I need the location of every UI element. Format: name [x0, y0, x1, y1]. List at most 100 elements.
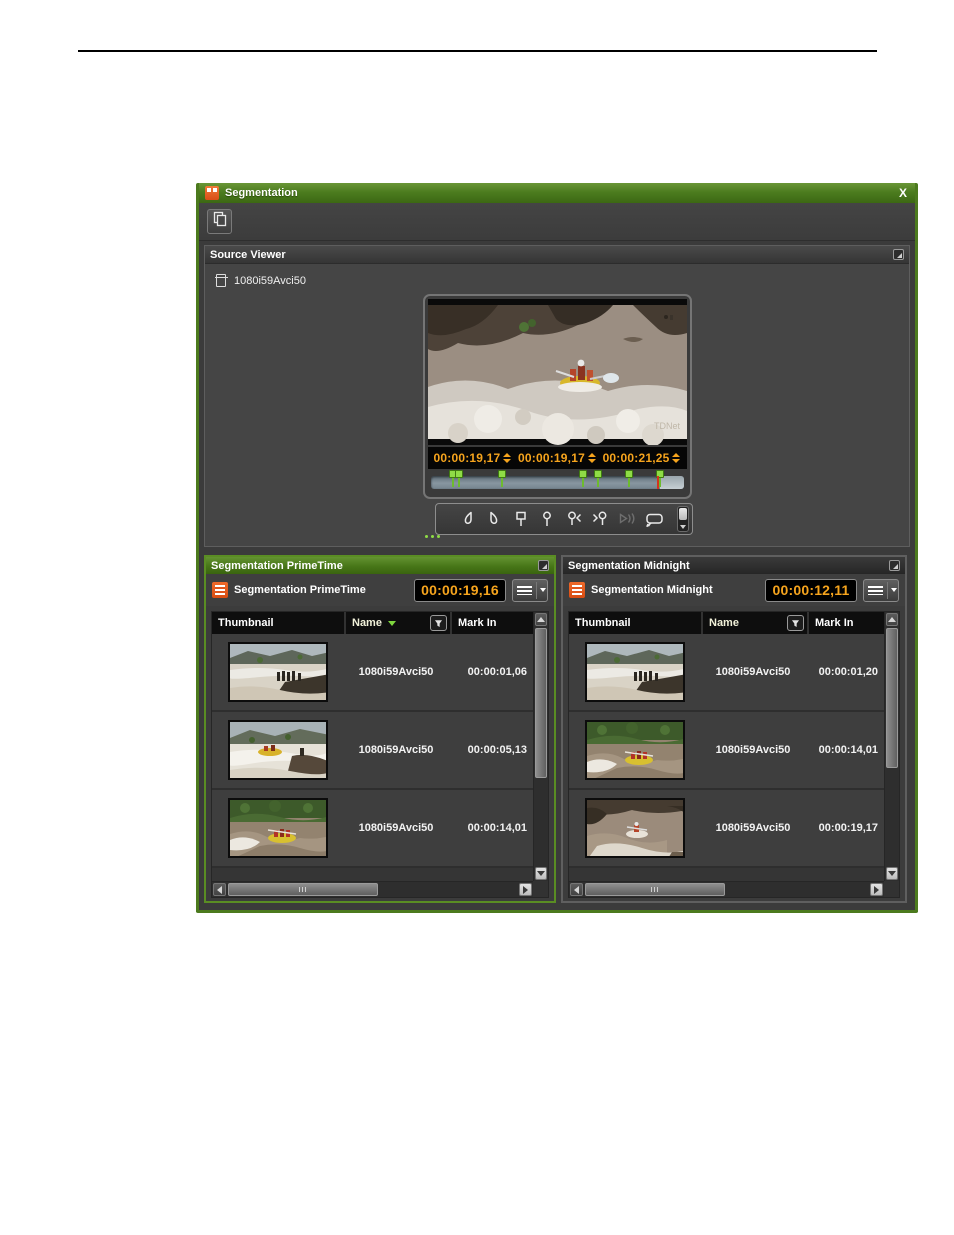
table-header: Thumbnail Name Mark In — [212, 612, 548, 634]
panel-menu-button[interactable] — [512, 578, 548, 602]
main-toolbar — [199, 203, 915, 241]
panel-segmentation-midnight: Segmentation Midnight Segmentation Midni… — [561, 555, 907, 903]
segment-thumbnail[interactable] — [585, 720, 685, 780]
scroll-down-button[interactable] — [535, 867, 547, 880]
next-marker-icon[interactable] — [590, 510, 610, 528]
table-body: 1080i59Avci50 00:00:01,06 1080i59Avci50 … — [212, 634, 533, 881]
sort-desc-icon — [387, 620, 396, 626]
mark-in-icon[interactable] — [458, 510, 478, 528]
spinner-icon[interactable] — [672, 453, 681, 463]
loop-icon[interactable] — [643, 510, 665, 528]
segment-markin: 00:00:14,01 — [818, 744, 878, 756]
video-player: TDNet 00:00:19,17 00:00:19,17 00:00:21,2… — [422, 294, 693, 538]
player-timeline[interactable] — [430, 470, 684, 489]
previous-marker-icon[interactable] — [564, 510, 584, 528]
horizontal-scrollbar[interactable] — [212, 881, 533, 897]
segment-markin: 00:00:01,06 — [467, 666, 527, 678]
segment-thumbnail[interactable] — [585, 642, 685, 702]
table-row[interactable]: 1080i59Avci50 00:00:01,06 — [212, 634, 533, 712]
column-header-name[interactable]: Name — [346, 612, 450, 634]
scroll-right-button[interactable] — [870, 883, 883, 896]
scroll-up-button[interactable] — [886, 613, 898, 626]
timeline-marker[interactable] — [593, 470, 602, 487]
mark-out-icon[interactable] — [484, 510, 504, 528]
filter-button[interactable] — [787, 615, 804, 631]
segmentation-app-icon — [205, 186, 219, 200]
chevron-down-icon — [891, 588, 897, 592]
panel-titlebar[interactable]: Segmentation PrimeTime — [206, 557, 554, 574]
mark-out-timecode[interactable]: 00:00:21,25 — [603, 451, 681, 465]
segment-name: 1080i59Avci50 — [358, 822, 434, 834]
segment-table: Thumbnail Name Mark In 1080i59Avci50 00:… — [568, 611, 900, 898]
timecode-bar: 00:00:19,17 00:00:19,17 00:00:21,25 — [427, 447, 687, 469]
point-marker-icon[interactable] — [537, 510, 557, 528]
scroll-right-button[interactable] — [519, 883, 532, 896]
spinner-icon[interactable] — [503, 453, 512, 463]
timeline-marker[interactable] — [454, 470, 463, 487]
timeline-marker[interactable] — [578, 470, 587, 487]
segment-thumbnail[interactable] — [228, 720, 328, 780]
segment-list-icon — [569, 582, 585, 598]
table-row[interactable]: 1080i59Avci50 00:00:05,13 — [212, 712, 533, 790]
panel-title: Segmentation Midnight — [568, 559, 690, 572]
column-header-thumbnail[interactable]: Thumbnail — [569, 612, 701, 634]
table-row[interactable]: 1080i59Avci50 00:00:14,01 — [212, 790, 533, 868]
toolbar-scrollbar-thumb[interactable] — [678, 508, 687, 520]
duplicate-button[interactable] — [207, 209, 232, 234]
play-to-out-icon[interactable] — [617, 510, 637, 528]
scroll-up-button[interactable] — [535, 613, 547, 626]
scroll-left-button[interactable] — [213, 883, 226, 896]
table-row[interactable]: 1080i59Avci50 00:00:19,17 — [569, 790, 884, 868]
page-rule — [78, 50, 877, 52]
horizontal-scrollbar[interactable] — [569, 881, 884, 897]
timeline-marker[interactable] — [497, 470, 506, 487]
undock-icon[interactable] — [889, 560, 900, 571]
column-header-markin[interactable]: Mark In — [452, 612, 533, 634]
mark-in-timecode[interactable]: 00:00:19,17 — [434, 451, 512, 465]
panel-menu-button[interactable] — [863, 578, 899, 602]
segment-name: 1080i59Avci50 — [715, 744, 791, 756]
playhead[interactable] — [656, 476, 659, 489]
loaded-clip-row[interactable]: 1080i59Avci50 — [205, 264, 909, 290]
panel-header: Segmentation PrimeTime 00:00:19,16 — [206, 574, 554, 606]
video-frame[interactable]: TDNet — [427, 299, 687, 445]
segment-thumbnail[interactable] — [585, 798, 685, 858]
scrollbar-thumb[interactable] — [535, 628, 547, 778]
segment-name: 1080i59Avci50 — [715, 666, 791, 678]
undock-icon[interactable] — [538, 560, 549, 571]
scrollbar-thumb[interactable] — [228, 883, 378, 896]
filter-button[interactable] — [430, 615, 447, 631]
column-header-name[interactable]: Name — [703, 612, 807, 634]
spinner-icon[interactable] — [587, 453, 596, 463]
scrollbar-thumb[interactable] — [886, 628, 898, 768]
table-row[interactable]: 1080i59Avci50 00:00:01,20 — [569, 634, 884, 712]
copy-icon — [212, 211, 228, 232]
segment-list-icon — [212, 582, 228, 598]
close-button[interactable]: X — [897, 186, 909, 200]
window-titlebar[interactable]: Segmentation X — [199, 183, 915, 203]
panel-timecode: 00:00:12,11 — [765, 578, 857, 602]
panel-label: Segmentation PrimeTime — [234, 584, 366, 596]
column-header-thumbnail[interactable]: Thumbnail — [212, 612, 344, 634]
vertical-scrollbar[interactable] — [533, 612, 548, 881]
column-header-markin[interactable]: Mark In — [809, 612, 884, 634]
undock-icon[interactable] — [893, 249, 904, 260]
timeline-marker[interactable] — [625, 470, 634, 487]
table-row[interactable]: 1080i59Avci50 00:00:14,01 — [569, 712, 884, 790]
scroll-down-button[interactable] — [886, 867, 898, 880]
flag-marker-icon[interactable] — [511, 510, 531, 528]
segment-lists: Segmentation PrimeTime Segmentation Prim… — [204, 555, 907, 903]
segment-thumbnail[interactable] — [228, 798, 328, 858]
scrollbar-thumb[interactable] — [585, 883, 725, 896]
toolbar-scrollbar[interactable] — [676, 506, 689, 532]
scroll-left-button[interactable] — [570, 883, 583, 896]
position-timecode[interactable]: 00:00:19,17 — [518, 451, 596, 465]
segment-name: 1080i59Avci50 — [358, 666, 434, 678]
panel-titlebar[interactable]: Segmentation Midnight — [563, 557, 905, 574]
segment-name: 1080i59Avci50 — [358, 744, 434, 756]
panel-title: Segmentation PrimeTime — [211, 559, 343, 572]
segment-thumbnail[interactable] — [228, 642, 328, 702]
vertical-scrollbar[interactable] — [884, 612, 899, 881]
player-frame: TDNet 00:00:19,17 00:00:19,17 00:00:21,2… — [422, 294, 692, 499]
source-viewer-panel: Source Viewer 1080i59Avci50 TDNet 00:00:… — [204, 245, 910, 547]
